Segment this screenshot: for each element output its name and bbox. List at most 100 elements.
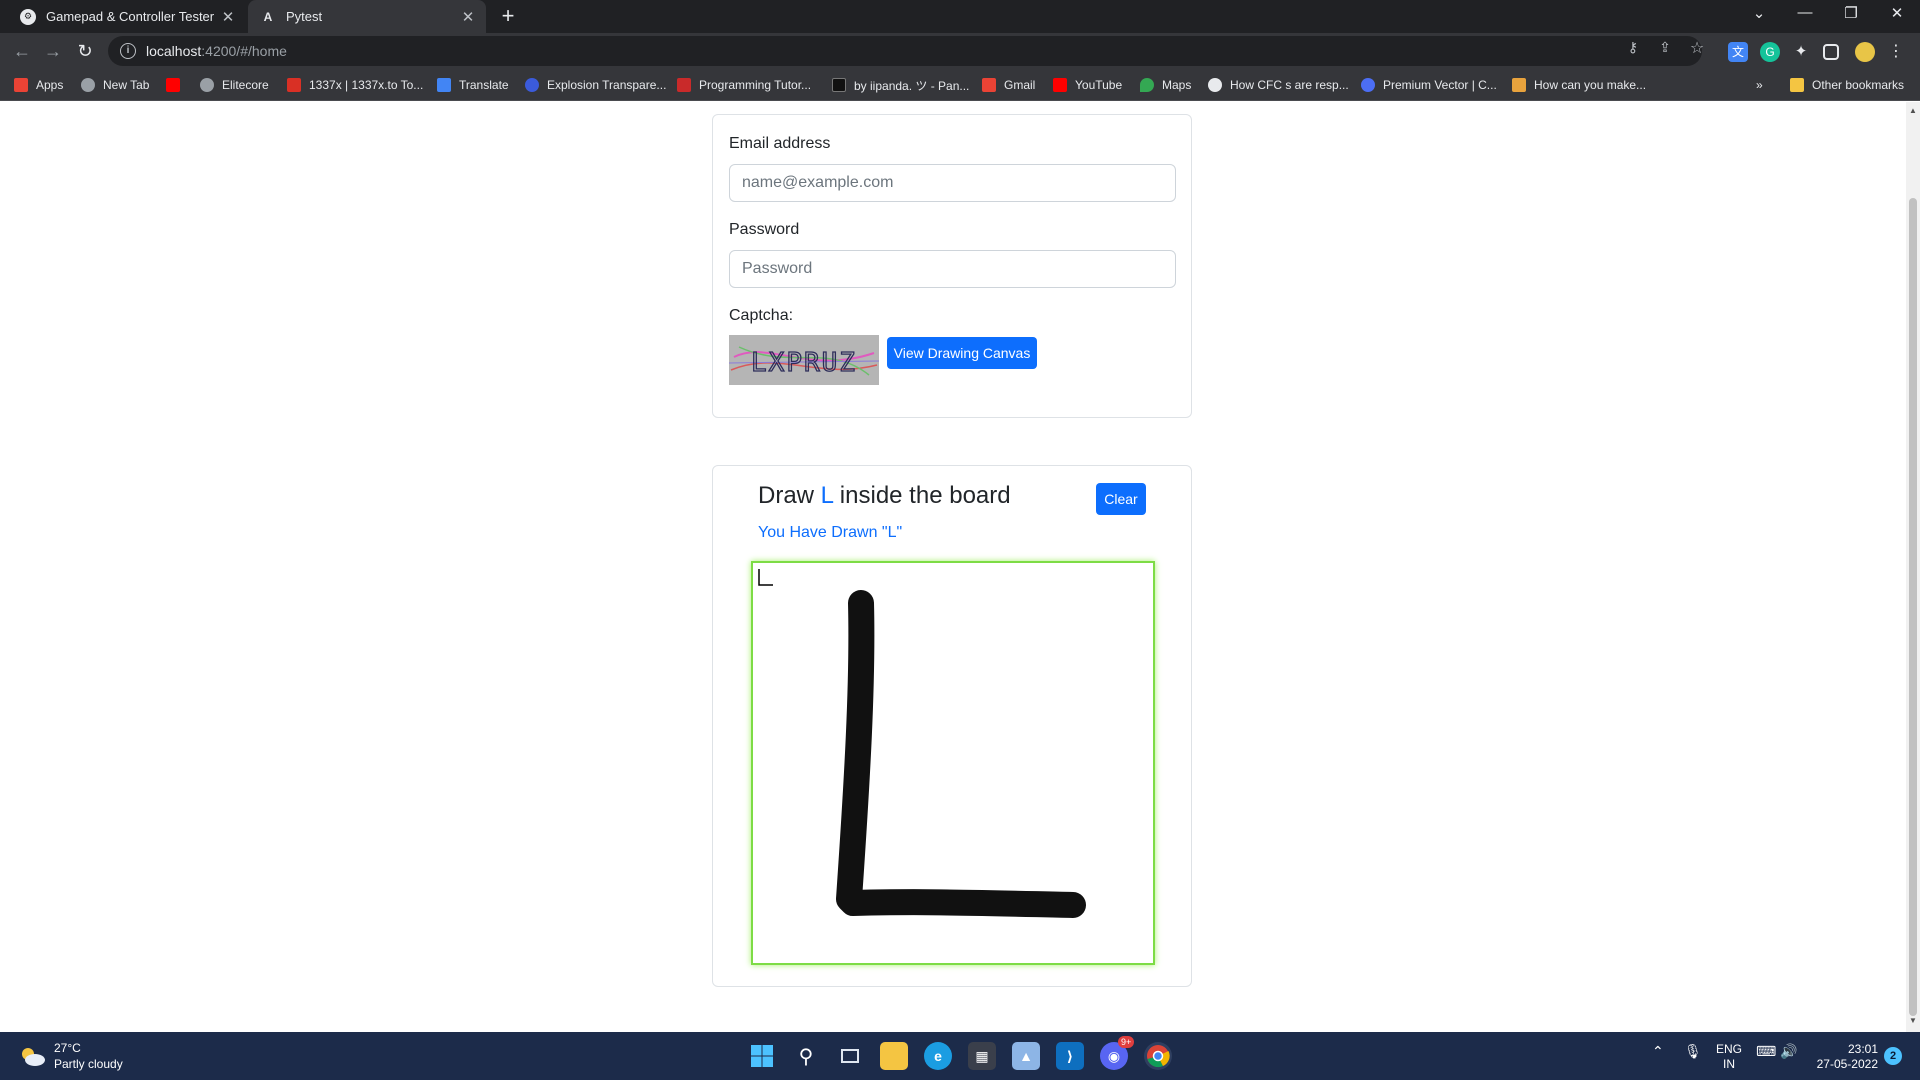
bookmark-star-icon[interactable]: ☆ bbox=[1687, 38, 1707, 58]
bookmarks-bar: Apps New Tab Elitecore 1337x | 1337x.to … bbox=[0, 69, 1920, 101]
extensions-puzzle-icon[interactable]: ✦ bbox=[1791, 42, 1811, 62]
site-icon bbox=[525, 78, 539, 92]
bookmark-elitecore[interactable]: Elitecore bbox=[200, 77, 269, 93]
partly-cloudy-icon bbox=[22, 1048, 45, 1066]
url-path: :4200/#/home bbox=[201, 43, 287, 59]
email-label: Email address bbox=[729, 135, 831, 152]
maps-pin-icon bbox=[1140, 78, 1154, 92]
network-icon[interactable]: ⌨ bbox=[1756, 1044, 1776, 1059]
bookmark-other[interactable]: Other bookmarks bbox=[1790, 77, 1904, 93]
minimize-icon[interactable]: — bbox=[1782, 4, 1828, 21]
drawing-strokes bbox=[758, 569, 1086, 918]
preview-stroke bbox=[758, 569, 773, 586]
site-info-icon[interactable]: i bbox=[120, 43, 136, 59]
bookmark-apps[interactable]: Apps bbox=[14, 77, 63, 93]
password-field[interactable] bbox=[729, 250, 1176, 288]
file-explorer-icon[interactable] bbox=[880, 1042, 908, 1070]
clock-time: 23:01 bbox=[1847, 1042, 1878, 1056]
tab-pytest[interactable]: A Pytest ✕ bbox=[248, 0, 486, 33]
gamepad-icon: ⚙ bbox=[20, 8, 36, 25]
task-view-icon[interactable] bbox=[836, 1042, 864, 1070]
tab-title: Pytest bbox=[286, 9, 323, 24]
weather-condition: Partly cloudy bbox=[54, 1057, 123, 1071]
restore-icon[interactable]: ❐ bbox=[1828, 4, 1874, 22]
clock-date: 27-05-2022 bbox=[1816, 1057, 1878, 1071]
bookmark-youtube[interactable]: YouTube bbox=[1053, 77, 1122, 93]
edge-browser-icon[interactable]: e bbox=[924, 1042, 952, 1070]
bookmark-youtube-icon-only[interactable] bbox=[166, 77, 180, 93]
scrollbar-thumb[interactable] bbox=[1909, 198, 1917, 1016]
tab-close-icon[interactable]: ✕ bbox=[218, 8, 238, 26]
grammarly-icon[interactable]: G bbox=[1760, 42, 1780, 62]
bookmark-how-can[interactable]: How can you make... bbox=[1512, 77, 1646, 93]
new-tab-icon[interactable]: + bbox=[496, 3, 520, 29]
share-icon[interactable]: ⇪ bbox=[1655, 39, 1675, 56]
address-bar[interactable]: i localhost:4200/#/home bbox=[108, 36, 1702, 66]
scroll-down-icon[interactable]: ▼ bbox=[1909, 1016, 1917, 1025]
notifications-badge[interactable]: 2 bbox=[1884, 1047, 1902, 1065]
captcha-noise: LXPRUZ bbox=[729, 335, 879, 385]
photos-icon[interactable]: ▲ bbox=[1012, 1042, 1040, 1070]
windows-taskbar: 27°C Partly cloudy ⚲ e ▦ ▲ ⟩ ◉ 9+ ⌃ 🎙 EN… bbox=[0, 1032, 1920, 1080]
site-icon bbox=[1512, 78, 1526, 92]
youtube-icon bbox=[1053, 78, 1067, 92]
bookmark-gmail[interactable]: Gmail bbox=[982, 77, 1035, 93]
bookmarks-overflow-icon[interactable]: » bbox=[1756, 77, 1763, 93]
drawing-canvas[interactable] bbox=[751, 561, 1155, 965]
globe-icon bbox=[81, 78, 95, 92]
tab-gamepad-tester[interactable]: ⚙ Gamepad & Controller Tester | D ✕ bbox=[8, 0, 246, 33]
tab-search-icon[interactable]: ⌄ bbox=[1736, 4, 1782, 22]
view-drawing-canvas-button[interactable]: View Drawing Canvas bbox=[887, 337, 1037, 369]
translate-extension-icon[interactable]: 文 bbox=[1728, 42, 1748, 62]
profile-avatar[interactable] bbox=[1855, 42, 1875, 62]
clear-button[interactable]: Clear bbox=[1096, 483, 1146, 515]
vscode-icon[interactable]: ⟩ bbox=[1056, 1042, 1084, 1070]
reload-icon[interactable]: ↻ bbox=[73, 39, 97, 63]
chrome-icon[interactable] bbox=[1144, 1042, 1172, 1070]
clock[interactable]: 23:01 27-05-2022 bbox=[1810, 1042, 1878, 1072]
language-indicator[interactable]: ENG IN bbox=[1716, 1042, 1742, 1072]
drawn-l-stroke bbox=[836, 590, 1086, 918]
bookmark-iipanda[interactable]: by iipanda. ツ - Pan... bbox=[832, 77, 969, 93]
side-panel-icon[interactable] bbox=[1823, 44, 1839, 60]
bookmark-premium-vector[interactable]: Premium Vector | C... bbox=[1361, 77, 1497, 93]
back-icon[interactable]: ← bbox=[10, 39, 34, 63]
search-icon[interactable]: ⚲ bbox=[792, 1042, 820, 1070]
target-letter: L bbox=[820, 482, 834, 509]
bookmark-maps[interactable]: Maps bbox=[1140, 77, 1191, 93]
weather-widget[interactable]: 27°C Partly cloudy bbox=[18, 1040, 123, 1072]
captcha-text: LXPRUZ bbox=[751, 348, 857, 378]
windows-start-icon[interactable] bbox=[748, 1042, 776, 1070]
discord-badge: 9+ bbox=[1118, 1036, 1135, 1048]
page-content: Email address Password Captcha: LXPRUZ V… bbox=[0, 102, 1906, 1032]
bookmark-1337x[interactable]: 1337x | 1337x.to To... bbox=[287, 77, 423, 93]
site-icon bbox=[832, 78, 846, 92]
microphone-icon[interactable]: 🎙 bbox=[1684, 1044, 1702, 1059]
bookmark-cfc[interactable]: How CFC s are resp... bbox=[1208, 77, 1349, 93]
forward-icon[interactable]: → bbox=[41, 39, 65, 63]
chrome-menu-icon[interactable]: ⋮ bbox=[1886, 42, 1906, 62]
youtube-icon bbox=[166, 78, 180, 92]
tab-close-icon[interactable]: ✕ bbox=[458, 8, 478, 26]
show-hidden-icons-chevron-icon[interactable]: ⌃ bbox=[1652, 1044, 1664, 1059]
globe-icon bbox=[200, 78, 214, 92]
key-icon[interactable]: ⚷ bbox=[1623, 39, 1643, 56]
window-close-icon[interactable]: ✕ bbox=[1874, 4, 1920, 22]
microsoft-store-icon[interactable]: ▦ bbox=[968, 1042, 996, 1070]
password-label: Password bbox=[729, 221, 800, 238]
google-icon bbox=[1208, 78, 1222, 92]
drawing-card: Draw L inside the board Clear You Have D… bbox=[712, 465, 1192, 987]
email-field[interactable] bbox=[729, 164, 1176, 202]
page-scrollbar[interactable]: ▲ ▼ bbox=[1906, 102, 1920, 1032]
login-form-card: Email address Password Captcha: LXPRUZ V… bbox=[712, 114, 1192, 418]
site-icon bbox=[1361, 78, 1375, 92]
scroll-up-icon[interactable]: ▲ bbox=[1909, 106, 1917, 115]
bookmark-new-tab[interactable]: New Tab bbox=[81, 77, 149, 93]
bookmark-explosion[interactable]: Explosion Transpare... bbox=[525, 77, 666, 93]
drawing-heading: Draw L inside the board bbox=[758, 482, 1011, 509]
bookmark-programming[interactable]: Programming Tutor... bbox=[677, 77, 811, 93]
bookmark-translate[interactable]: Translate bbox=[437, 77, 509, 93]
volume-icon[interactable]: 🔊 bbox=[1780, 1044, 1797, 1059]
browser-tab-strip: ⚙ Gamepad & Controller Tester | D ✕ A Py… bbox=[0, 0, 1920, 33]
angular-icon: A bbox=[263, 9, 273, 24]
